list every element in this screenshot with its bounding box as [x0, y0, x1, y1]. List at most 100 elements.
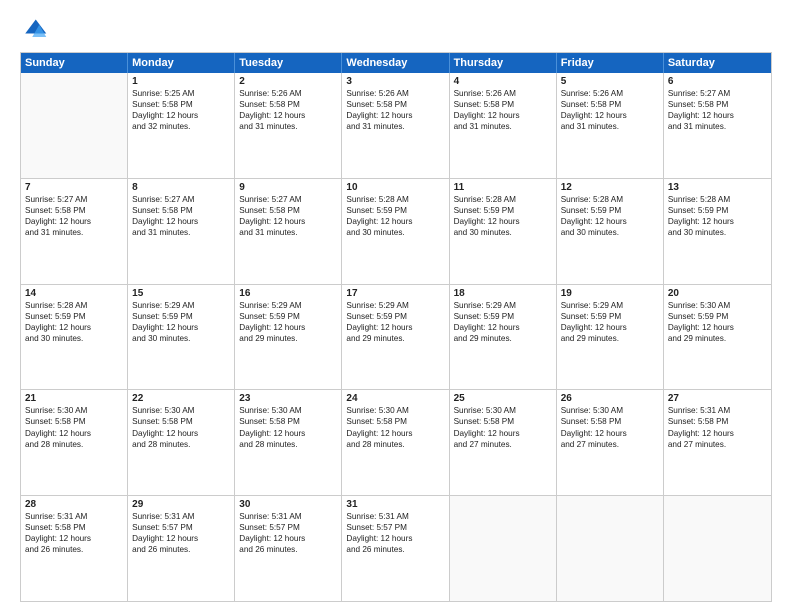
header-day-wednesday: Wednesday [342, 53, 449, 73]
day-number: 8 [132, 182, 230, 193]
calendar-week-3: 14Sunrise: 5:28 AM Sunset: 5:59 PM Dayli… [21, 284, 771, 390]
day-number: 5 [561, 76, 659, 87]
day-info: Sunrise: 5:29 AM Sunset: 5:59 PM Dayligh… [239, 300, 337, 344]
calendar-cell: 4Sunrise: 5:26 AM Sunset: 5:58 PM Daylig… [450, 73, 557, 178]
day-number: 9 [239, 182, 337, 193]
day-number: 17 [346, 288, 444, 299]
calendar-cell: 7Sunrise: 5:27 AM Sunset: 5:58 PM Daylig… [21, 179, 128, 284]
calendar-cell [21, 73, 128, 178]
calendar-cell: 6Sunrise: 5:27 AM Sunset: 5:58 PM Daylig… [664, 73, 771, 178]
calendar-cell: 10Sunrise: 5:28 AM Sunset: 5:59 PM Dayli… [342, 179, 449, 284]
day-number: 19 [561, 288, 659, 299]
header-day-sunday: Sunday [21, 53, 128, 73]
day-number: 6 [668, 76, 767, 87]
calendar-cell: 17Sunrise: 5:29 AM Sunset: 5:59 PM Dayli… [342, 285, 449, 390]
calendar-cell: 2Sunrise: 5:26 AM Sunset: 5:58 PM Daylig… [235, 73, 342, 178]
day-number: 1 [132, 76, 230, 87]
header [20, 16, 772, 44]
day-info: Sunrise: 5:27 AM Sunset: 5:58 PM Dayligh… [668, 88, 767, 132]
calendar-cell: 23Sunrise: 5:30 AM Sunset: 5:58 PM Dayli… [235, 390, 342, 495]
day-info: Sunrise: 5:30 AM Sunset: 5:58 PM Dayligh… [454, 405, 552, 449]
day-info: Sunrise: 5:29 AM Sunset: 5:59 PM Dayligh… [346, 300, 444, 344]
day-number: 3 [346, 76, 444, 87]
day-info: Sunrise: 5:26 AM Sunset: 5:58 PM Dayligh… [561, 88, 659, 132]
header-day-friday: Friday [557, 53, 664, 73]
calendar-cell: 16Sunrise: 5:29 AM Sunset: 5:59 PM Dayli… [235, 285, 342, 390]
calendar-cell: 14Sunrise: 5:28 AM Sunset: 5:59 PM Dayli… [21, 285, 128, 390]
day-info: Sunrise: 5:27 AM Sunset: 5:58 PM Dayligh… [25, 194, 123, 238]
day-number: 2 [239, 76, 337, 87]
day-info: Sunrise: 5:31 AM Sunset: 5:57 PM Dayligh… [346, 511, 444, 555]
day-info: Sunrise: 5:31 AM Sunset: 5:57 PM Dayligh… [132, 511, 230, 555]
calendar-cell: 27Sunrise: 5:31 AM Sunset: 5:58 PM Dayli… [664, 390, 771, 495]
calendar-week-1: 1Sunrise: 5:25 AM Sunset: 5:58 PM Daylig… [21, 73, 771, 178]
day-info: Sunrise: 5:29 AM Sunset: 5:59 PM Dayligh… [454, 300, 552, 344]
day-info: Sunrise: 5:30 AM Sunset: 5:59 PM Dayligh… [668, 300, 767, 344]
day-number: 10 [346, 182, 444, 193]
day-info: Sunrise: 5:31 AM Sunset: 5:57 PM Dayligh… [239, 511, 337, 555]
day-number: 26 [561, 393, 659, 404]
calendar-body: 1Sunrise: 5:25 AM Sunset: 5:58 PM Daylig… [21, 73, 771, 601]
day-number: 21 [25, 393, 123, 404]
day-info: Sunrise: 5:29 AM Sunset: 5:59 PM Dayligh… [561, 300, 659, 344]
day-number: 16 [239, 288, 337, 299]
day-number: 13 [668, 182, 767, 193]
calendar-cell [664, 496, 771, 601]
calendar-cell: 29Sunrise: 5:31 AM Sunset: 5:57 PM Dayli… [128, 496, 235, 601]
day-number: 15 [132, 288, 230, 299]
calendar-cell: 1Sunrise: 5:25 AM Sunset: 5:58 PM Daylig… [128, 73, 235, 178]
calendar-cell: 13Sunrise: 5:28 AM Sunset: 5:59 PM Dayli… [664, 179, 771, 284]
calendar-cell [557, 496, 664, 601]
calendar-cell: 20Sunrise: 5:30 AM Sunset: 5:59 PM Dayli… [664, 285, 771, 390]
day-number: 24 [346, 393, 444, 404]
day-info: Sunrise: 5:30 AM Sunset: 5:58 PM Dayligh… [239, 405, 337, 449]
day-info: Sunrise: 5:25 AM Sunset: 5:58 PM Dayligh… [132, 88, 230, 132]
day-info: Sunrise: 5:28 AM Sunset: 5:59 PM Dayligh… [454, 194, 552, 238]
day-number: 27 [668, 393, 767, 404]
day-info: Sunrise: 5:26 AM Sunset: 5:58 PM Dayligh… [346, 88, 444, 132]
calendar-week-5: 28Sunrise: 5:31 AM Sunset: 5:58 PM Dayli… [21, 495, 771, 601]
day-info: Sunrise: 5:31 AM Sunset: 5:58 PM Dayligh… [25, 511, 123, 555]
calendar-cell: 8Sunrise: 5:27 AM Sunset: 5:58 PM Daylig… [128, 179, 235, 284]
day-number: 18 [454, 288, 552, 299]
day-number: 14 [25, 288, 123, 299]
header-day-tuesday: Tuesday [235, 53, 342, 73]
day-info: Sunrise: 5:28 AM Sunset: 5:59 PM Dayligh… [25, 300, 123, 344]
day-info: Sunrise: 5:26 AM Sunset: 5:58 PM Dayligh… [454, 88, 552, 132]
header-day-thursday: Thursday [450, 53, 557, 73]
day-info: Sunrise: 5:30 AM Sunset: 5:58 PM Dayligh… [25, 405, 123, 449]
header-day-saturday: Saturday [664, 53, 771, 73]
calendar-cell: 21Sunrise: 5:30 AM Sunset: 5:58 PM Dayli… [21, 390, 128, 495]
day-number: 12 [561, 182, 659, 193]
calendar-cell: 25Sunrise: 5:30 AM Sunset: 5:58 PM Dayli… [450, 390, 557, 495]
day-number: 29 [132, 499, 230, 510]
calendar-week-4: 21Sunrise: 5:30 AM Sunset: 5:58 PM Dayli… [21, 389, 771, 495]
page: SundayMondayTuesdayWednesdayThursdayFrid… [0, 0, 792, 612]
calendar-cell: 24Sunrise: 5:30 AM Sunset: 5:58 PM Dayli… [342, 390, 449, 495]
header-day-monday: Monday [128, 53, 235, 73]
day-info: Sunrise: 5:27 AM Sunset: 5:58 PM Dayligh… [132, 194, 230, 238]
day-info: Sunrise: 5:30 AM Sunset: 5:58 PM Dayligh… [132, 405, 230, 449]
day-info: Sunrise: 5:29 AM Sunset: 5:59 PM Dayligh… [132, 300, 230, 344]
calendar-cell: 12Sunrise: 5:28 AM Sunset: 5:59 PM Dayli… [557, 179, 664, 284]
calendar: SundayMondayTuesdayWednesdayThursdayFrid… [20, 52, 772, 602]
day-number: 25 [454, 393, 552, 404]
calendar-cell: 30Sunrise: 5:31 AM Sunset: 5:57 PM Dayli… [235, 496, 342, 601]
calendar-cell: 11Sunrise: 5:28 AM Sunset: 5:59 PM Dayli… [450, 179, 557, 284]
calendar-cell [450, 496, 557, 601]
day-number: 4 [454, 76, 552, 87]
calendar-cell: 18Sunrise: 5:29 AM Sunset: 5:59 PM Dayli… [450, 285, 557, 390]
day-number: 23 [239, 393, 337, 404]
calendar-cell: 19Sunrise: 5:29 AM Sunset: 5:59 PM Dayli… [557, 285, 664, 390]
calendar-week-2: 7Sunrise: 5:27 AM Sunset: 5:58 PM Daylig… [21, 178, 771, 284]
calendar-cell: 26Sunrise: 5:30 AM Sunset: 5:58 PM Dayli… [557, 390, 664, 495]
day-number: 7 [25, 182, 123, 193]
day-info: Sunrise: 5:27 AM Sunset: 5:58 PM Dayligh… [239, 194, 337, 238]
day-info: Sunrise: 5:28 AM Sunset: 5:59 PM Dayligh… [346, 194, 444, 238]
day-info: Sunrise: 5:28 AM Sunset: 5:59 PM Dayligh… [668, 194, 767, 238]
calendar-cell: 9Sunrise: 5:27 AM Sunset: 5:58 PM Daylig… [235, 179, 342, 284]
calendar-cell: 28Sunrise: 5:31 AM Sunset: 5:58 PM Dayli… [21, 496, 128, 601]
calendar-cell: 5Sunrise: 5:26 AM Sunset: 5:58 PM Daylig… [557, 73, 664, 178]
day-number: 30 [239, 499, 337, 510]
calendar-cell: 3Sunrise: 5:26 AM Sunset: 5:58 PM Daylig… [342, 73, 449, 178]
